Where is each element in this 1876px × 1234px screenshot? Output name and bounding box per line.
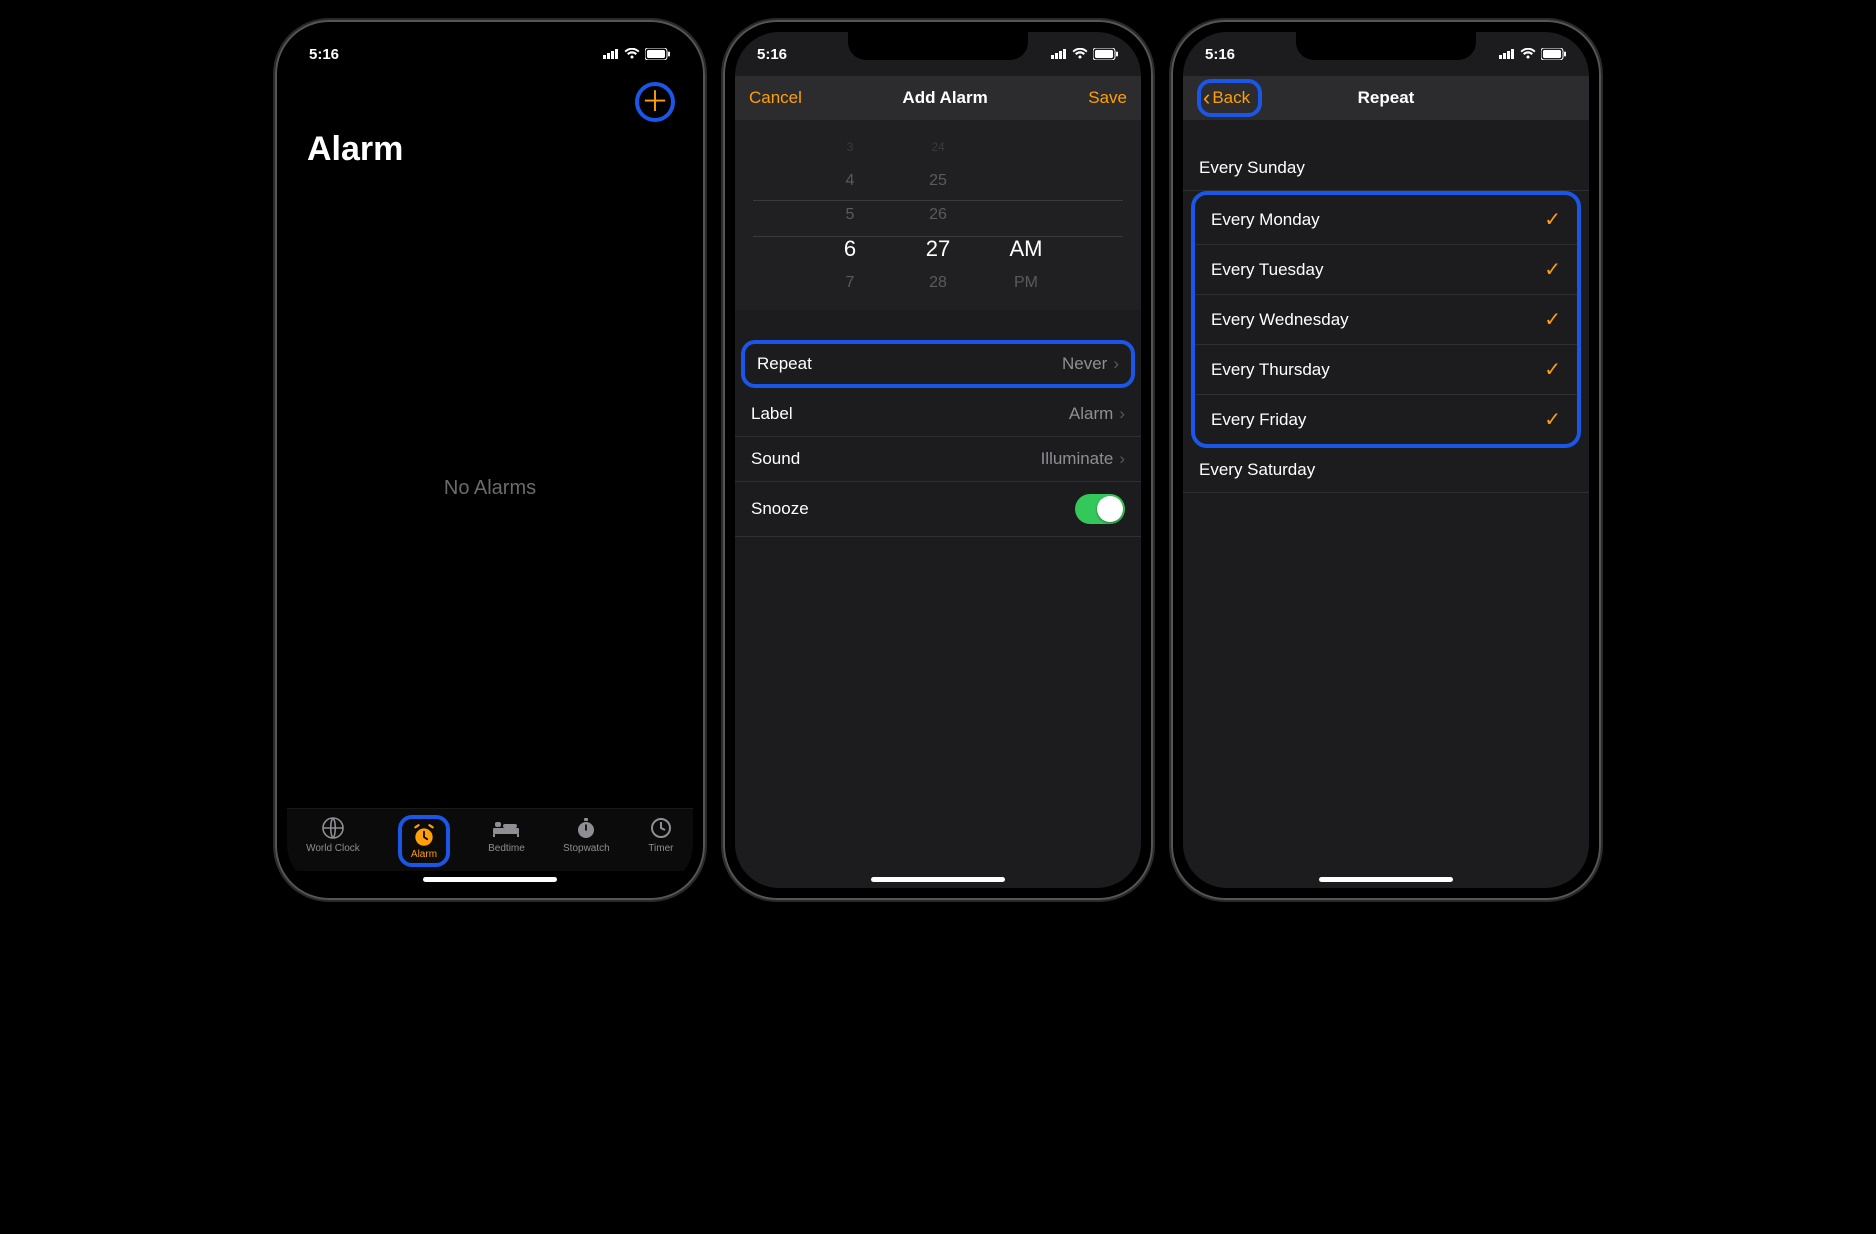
tab-label: Alarm [411, 849, 437, 860]
picker-hour-selected[interactable]: 6 [823, 236, 877, 262]
day-row-saturday[interactable]: Every Saturday [1183, 448, 1589, 493]
row-sound-label: Sound [751, 449, 800, 469]
row-label-label: Label [751, 404, 793, 424]
row-label[interactable]: Label Alarm › [735, 392, 1141, 437]
home-indicator[interactable] [1319, 877, 1453, 882]
day-label: Every Wednesday [1211, 310, 1349, 330]
tab-world-clock[interactable]: World Clock [306, 815, 360, 867]
row-sound-value: Illuminate [1041, 449, 1114, 469]
tab-label: Bedtime [488, 843, 525, 854]
row-snooze-label: Snooze [751, 499, 809, 519]
home-indicator[interactable] [871, 877, 1005, 882]
cellular-signal-icon [1051, 49, 1067, 59]
phone-frame-2: 5:16 Cancel Add Alarm Save [723, 20, 1153, 900]
row-repeat[interactable]: Repeat Never › [741, 340, 1135, 388]
row-sound[interactable]: Sound Illuminate › [735, 437, 1141, 482]
checkmark-icon: ✓ [1544, 207, 1561, 232]
chevron-right-icon: › [1113, 354, 1119, 374]
home-indicator[interactable] [423, 877, 557, 882]
tab-label: Timer [648, 843, 673, 854]
timer-icon [648, 815, 674, 841]
nav-title: Add Alarm [902, 88, 987, 108]
row-repeat-label: Repeat [757, 354, 812, 374]
status-time: 5:16 [1205, 46, 1235, 63]
nav-title: Repeat [1358, 88, 1415, 108]
nav-bar: Cancel Add Alarm Save [735, 76, 1141, 120]
day-row-monday[interactable]: Every Monday ✓ [1195, 195, 1577, 245]
annotation-highlight-back: ‹ Back [1197, 79, 1262, 117]
annotation-highlight-weekdays: Every Monday ✓ Every Tuesday ✓ Every Wed… [1191, 191, 1581, 448]
row-repeat-value: Never [1062, 354, 1107, 374]
alarm-clock-icon [411, 823, 437, 849]
tab-bar: World Clock Alarm Bedtime [287, 808, 693, 871]
picker-minute-selected[interactable]: 27 [911, 236, 965, 262]
picker-ampm-selected[interactable]: AM [999, 236, 1053, 262]
day-label: Every Monday [1211, 210, 1320, 230]
chevron-left-icon: ‹ [1203, 85, 1210, 111]
add-alarm-button[interactable]: ＋ [641, 88, 669, 116]
nav-bar: ‹ Back Repeat [1183, 76, 1589, 120]
save-button[interactable]: Save [1088, 88, 1127, 108]
day-label: Every Friday [1211, 410, 1306, 430]
checkmark-icon: ✓ [1544, 357, 1561, 382]
row-label-value: Alarm [1069, 404, 1113, 424]
status-time: 5:16 [309, 46, 339, 63]
cellular-signal-icon [603, 49, 619, 59]
row-snooze: Snooze [735, 482, 1141, 537]
globe-icon [320, 815, 346, 841]
checkmark-icon: ✓ [1544, 257, 1561, 282]
phone-frame-3: 5:16 ‹ Back Re [1171, 20, 1601, 900]
day-label: Every Tuesday [1211, 260, 1323, 280]
day-label: Every Sunday [1199, 158, 1305, 178]
notch [1296, 32, 1476, 60]
wifi-icon [1520, 48, 1536, 60]
cellular-signal-icon [1499, 49, 1515, 59]
status-time: 5:16 [757, 46, 787, 63]
empty-state-text: No Alarms [444, 477, 536, 500]
tab-label: World Clock [306, 843, 360, 854]
checkmark-icon: ✓ [1544, 307, 1561, 332]
day-row-friday[interactable]: Every Friday ✓ [1195, 395, 1577, 444]
cancel-button[interactable]: Cancel [749, 88, 802, 108]
annotation-highlight-add: ＋ [635, 82, 675, 122]
back-button[interactable]: ‹ Back [1203, 85, 1250, 111]
page-title: Alarm [287, 122, 693, 169]
annotation-highlight-tab: Alarm [398, 815, 450, 867]
notch [848, 32, 1028, 60]
tab-label: Stopwatch [563, 843, 610, 854]
back-label: Back [1212, 88, 1250, 108]
checkmark-icon: ✓ [1544, 407, 1561, 432]
chevron-right-icon: › [1119, 449, 1125, 469]
wifi-icon [624, 48, 640, 60]
time-picker[interactable]: 324 425 526 6 27 AM 728PM 829 [735, 120, 1141, 310]
day-row-tuesday[interactable]: Every Tuesday ✓ [1195, 245, 1577, 295]
stopwatch-icon [573, 815, 599, 841]
day-label: Every Thursday [1211, 360, 1330, 380]
battery-icon [645, 48, 671, 60]
wifi-icon [1072, 48, 1088, 60]
bed-icon [493, 815, 519, 841]
phone-frame-1: 5:16 ＋ Alarm No Alarms [275, 20, 705, 900]
battery-icon [1093, 48, 1119, 60]
day-row-wednesday[interactable]: Every Wednesday ✓ [1195, 295, 1577, 345]
tab-bedtime[interactable]: Bedtime [488, 815, 525, 867]
day-label: Every Saturday [1199, 460, 1315, 480]
tab-alarm[interactable]: Alarm [411, 823, 437, 860]
chevron-right-icon: › [1119, 404, 1125, 424]
battery-icon [1541, 48, 1567, 60]
tab-stopwatch[interactable]: Stopwatch [563, 815, 610, 867]
day-row-thursday[interactable]: Every Thursday ✓ [1195, 345, 1577, 395]
tab-timer[interactable]: Timer [648, 815, 674, 867]
snooze-toggle[interactable] [1075, 494, 1125, 524]
notch [400, 32, 580, 60]
day-row-sunday[interactable]: Every Sunday [1183, 146, 1589, 191]
